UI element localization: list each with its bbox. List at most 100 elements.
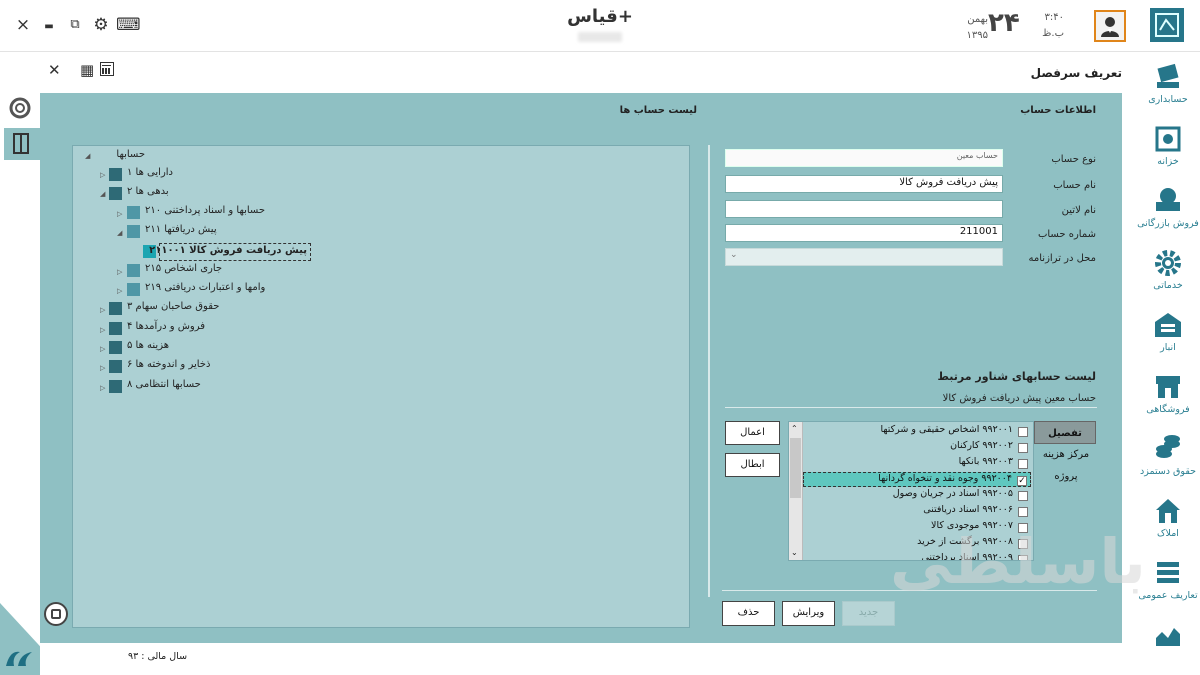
edit-button[interactable]: ویرایش (782, 601, 835, 626)
nav-general-definitions[interactable]: تعاریف عمومی (1136, 554, 1200, 616)
tree-node-root[interactable]: حسابها (91, 149, 145, 167)
checkbox[interactable] (1018, 491, 1028, 501)
nav-real-estate[interactable]: املاک (1136, 492, 1200, 554)
bookmark-tab[interactable] (4, 128, 40, 160)
list-item[interactable]: ۹۹۲۰۰۹ اسناد پرداختنی (803, 552, 1031, 560)
caret-expanded-icon[interactable]: ◢ (85, 152, 90, 160)
caret-collapsed-icon[interactable]: ▷ (100, 345, 105, 353)
type-tafsil-button[interactable]: تفصیل (1034, 421, 1096, 444)
tree-node-label: حسابها و اسناد پرداختنی ۲۱۰ (145, 205, 266, 216)
scroll-thumb[interactable] (790, 438, 801, 498)
fiscal-year: سال مالی : ۹۳ (128, 651, 188, 662)
tree-node-expenses[interactable]: هزینه ها ۵ (127, 340, 267, 358)
tree-node-loans[interactable]: وامها و اعتبارات دریافتی ۲۱۹ (145, 282, 295, 300)
caret-collapsed-icon[interactable]: ▷ (117, 268, 122, 276)
list-item-label: ۹۹۲۰۰۱ اشخاص حقیقی و شرکتها (880, 424, 1013, 435)
checkbox[interactable] (1018, 507, 1028, 517)
scroll-down-icon[interactable]: ⌄ (791, 548, 798, 557)
list-item[interactable]: ۹۹۲۰۰۸ برگشت از خرید (803, 536, 1031, 551)
settings-icon[interactable]: ⚙ (90, 14, 112, 36)
minimize-icon[interactable]: ▬ (38, 16, 60, 38)
field-label-name: نام حساب (1053, 180, 1096, 191)
caret-collapsed-icon[interactable]: ▷ (117, 210, 122, 218)
caret-collapsed-icon[interactable]: ▷ (100, 171, 105, 179)
caret-collapsed-icon[interactable]: ▷ (100, 306, 105, 314)
tree-node-current-persons[interactable]: جاری اشخاص ۲۱۵ (145, 263, 265, 281)
account-node-icon (109, 322, 122, 335)
date-day: ۲۴ (988, 8, 1020, 38)
checkbox-checked[interactable]: ✓ (1017, 476, 1027, 486)
type-project-button[interactable]: پروژه (1036, 469, 1096, 485)
tree-node-reserves[interactable]: ذخایر و اندوخته ها ۶ (127, 359, 267, 377)
caret-collapsed-icon[interactable]: ▷ (100, 384, 105, 392)
cancel-button[interactable]: ابطال (725, 453, 780, 477)
user-avatar[interactable] (1094, 10, 1126, 42)
info-header: اطلاعات حساب (1020, 105, 1096, 116)
gear-icon (1155, 250, 1181, 276)
caret-expanded-icon[interactable]: ◢ (117, 229, 122, 237)
list-item[interactable]: ۹۹۲۰۰۱ اشخاص حقیقی و شرکتها (803, 424, 1031, 439)
checkbox[interactable] (1018, 523, 1028, 533)
tree-node-equity[interactable]: حقوق صاحبان سهام ۳ (127, 301, 267, 319)
caret-collapsed-icon[interactable]: ▷ (100, 364, 105, 372)
nav-warehouse[interactable]: انبار (1136, 306, 1200, 368)
print-icon[interactable] (44, 602, 68, 626)
nav-label: انبار (1160, 342, 1176, 353)
list-item[interactable]: ۹۹۲۰۰۲ کارکنان (803, 440, 1031, 455)
accounts-tree[interactable]: ◢ حسابها ▷ دارایی ها ۱ ◢ بدهی ها ۲ ▷ حسا… (72, 145, 690, 628)
tree-node-selected[interactable]: پیش دریافت فروش کالا ۲۱۱۰۰۱ (149, 243, 311, 261)
calendar-icon[interactable] (100, 62, 114, 76)
list-item-selected[interactable]: ۹۹۲۰۰۴ وجوه نقد و تنخواه گردانها ✓ (803, 472, 1031, 487)
tree-node-label: دارایی ها ۱ (127, 167, 174, 178)
close-icon[interactable]: × (12, 14, 34, 36)
account-node-icon (109, 187, 122, 200)
tree-node-payables[interactable]: حسابها و اسناد پرداختنی ۲۱۰ (145, 205, 285, 223)
list-item[interactable]: ۹۹۲۰۰۵ اسناد در جریان وصول (803, 488, 1031, 503)
close-tab-icon[interactable]: ✕ (48, 61, 61, 79)
nav-commercial-sales[interactable]: فروش بازرگانی (1136, 182, 1200, 244)
list-item[interactable]: ۹۹۲۰۰۶ اسناد دریافتنی (803, 504, 1031, 519)
balance-sheet-select[interactable]: ⌄ (725, 248, 1003, 266)
tree-node-assets[interactable]: دارایی ها ۱ (127, 167, 217, 185)
latin-name-input[interactable] (725, 200, 1003, 218)
nav-label: تعاریف عمومی (1138, 590, 1198, 601)
type-cost-center-button[interactable]: مرکز هزینه (1036, 447, 1096, 463)
list-item-label: ۹۹۲۰۰۶ اسناد دریافتنی (923, 504, 1013, 515)
nav-store[interactable]: فروشگاهی (1136, 368, 1200, 430)
caret-collapsed-icon[interactable]: ▷ (100, 326, 105, 334)
apply-button[interactable]: اعمال (725, 421, 780, 445)
nav-label: حسابداری (1148, 94, 1188, 105)
checkbox[interactable] (1018, 555, 1028, 560)
nav-accounting[interactable]: حسابداری (1136, 58, 1200, 120)
scroll-up-icon[interactable]: ⌃ (791, 424, 798, 433)
scrollbar[interactable]: ⌃ ⌄ (789, 422, 803, 560)
nav-reports[interactable] (1136, 616, 1200, 672)
secondary-toolbar: ✕ ▦ (40, 58, 1130, 88)
list-item[interactable]: ۹۹۲۰۰۳ بانکها (803, 456, 1031, 471)
tree-node-memo[interactable]: حسابها انتظامی ۸ (127, 379, 267, 397)
account-number-input[interactable]: 211001 (725, 224, 1003, 242)
tree-node-prepayments[interactable]: پیش دریافتها ۲۱۱ (145, 224, 265, 242)
nav-payroll[interactable]: حقوق دستمزد (1136, 430, 1200, 492)
restore-icon[interactable]: ⧉ (64, 14, 86, 36)
checkbox[interactable] (1018, 427, 1028, 437)
keyboard-icon[interactable]: ⌨ (116, 14, 141, 36)
checkbox[interactable] (1018, 443, 1028, 453)
tree-node-revenue[interactable]: فروش و درآمدها ۴ (127, 321, 267, 339)
app-logo (1150, 8, 1184, 42)
tree-node-liabilities[interactable]: بدهی ها ۲ (127, 186, 217, 204)
list-item[interactable]: ۹۹۲۰۰۷ موجودی کالا (803, 520, 1031, 535)
calculator-icon[interactable]: ▦ (80, 61, 94, 79)
floating-subtitle: حساب معین پیش دریافت فروش کالا (942, 393, 1096, 404)
caret-expanded-icon[interactable]: ◢ (100, 190, 105, 198)
nav-treasury[interactable]: خزانه (1136, 120, 1200, 182)
floating-accounts-list[interactable]: ⌃ ⌄ ۹۹۲۰۰۱ اشخاص حقیقی و شرکتها ۹۹۲۰۰۲ ک… (788, 421, 1034, 561)
checkbox[interactable] (1018, 459, 1028, 469)
account-node-icon (127, 206, 140, 219)
delete-button[interactable]: حذف (722, 601, 775, 626)
caret-collapsed-icon[interactable]: ▷ (117, 287, 122, 295)
nav-services[interactable]: خدماتی (1136, 244, 1200, 306)
account-name-input[interactable]: پیش دریافت فروش کالا (725, 175, 1003, 193)
refresh-icon[interactable] (8, 96, 32, 120)
checkbox[interactable] (1018, 539, 1028, 549)
